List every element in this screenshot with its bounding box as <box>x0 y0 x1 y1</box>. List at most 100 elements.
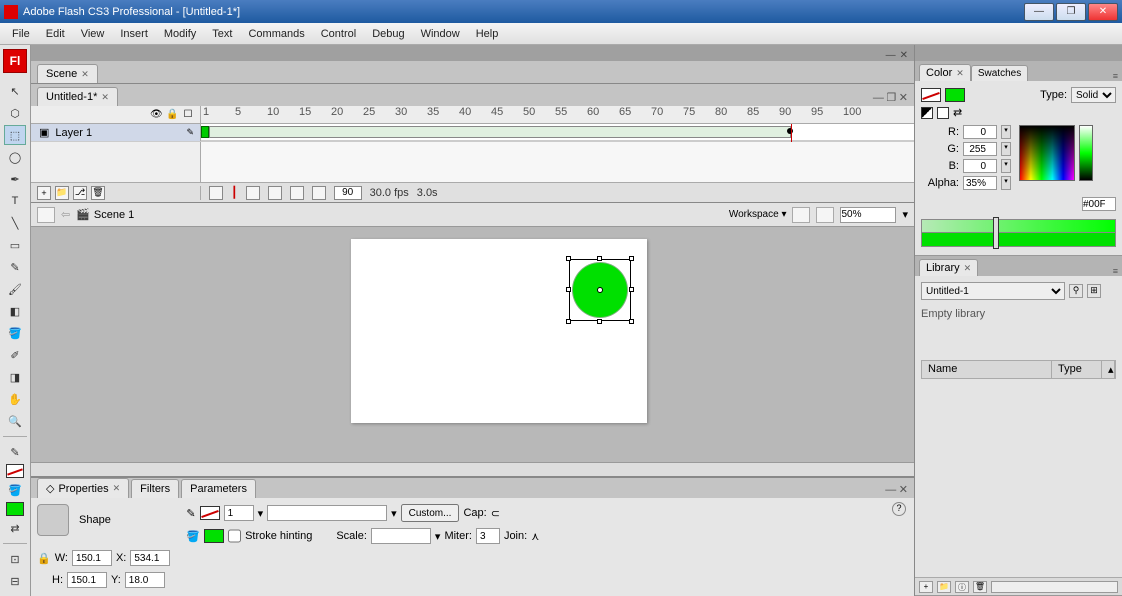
pin-library-icon[interactable]: ⚲ <box>1069 284 1083 298</box>
stage-area[interactable] <box>31 227 914 476</box>
document-tab[interactable]: Untitled-1*✕ <box>37 87 118 106</box>
eyedropper-tool-icon[interactable]: ✐ <box>4 345 26 365</box>
value-slider[interactable] <box>1079 125 1093 181</box>
subselection-tool-icon[interactable]: ⬡ <box>4 103 26 123</box>
transform-handle[interactable] <box>566 256 571 261</box>
panel-min-icon[interactable]: — <box>885 484 896 496</box>
pen-tool-icon[interactable]: ✒ <box>4 169 26 189</box>
transform-center[interactable] <box>597 287 603 293</box>
doc-close-icon[interactable]: ✕ <box>899 92 908 104</box>
new-folder-icon[interactable]: 📁 <box>55 186 69 200</box>
g-input[interactable] <box>963 142 997 156</box>
edit-multiple-icon[interactable] <box>290 186 304 200</box>
col-sort-icon[interactable]: ▴ <box>1102 361 1115 378</box>
fill-color-icon[interactable]: 🪣 <box>4 480 26 500</box>
transform-handle[interactable] <box>566 287 571 292</box>
transform-handle[interactable] <box>629 287 634 292</box>
frame-ruler[interactable]: 1510152025303540455055606570758085909510… <box>201 106 914 123</box>
eraser-tool-icon[interactable]: ◨ <box>4 367 26 387</box>
stroke-color-swatch[interactable] <box>200 506 220 520</box>
x-input[interactable] <box>130 550 170 566</box>
b-input[interactable] <box>963 159 997 173</box>
maximize-button[interactable]: ❐ <box>1056 3 1086 21</box>
close-icon[interactable]: ✕ <box>81 69 89 80</box>
r-input[interactable] <box>963 125 997 139</box>
option-icon[interactable]: ⊟ <box>4 571 26 591</box>
edit-scene-icon[interactable] <box>37 207 55 223</box>
text-tool-icon[interactable]: T <box>4 191 26 211</box>
stroke-swatch-icon[interactable] <box>921 88 941 102</box>
frame-track[interactable] <box>201 124 914 141</box>
visibility-icon[interactable]: 👁 <box>150 109 162 120</box>
transform-handle[interactable] <box>566 319 571 324</box>
tab-swatches[interactable]: Swatches <box>971 65 1028 81</box>
transform-handle[interactable] <box>597 256 602 261</box>
fill-swatch[interactable] <box>6 502 24 516</box>
scene-tab[interactable]: Scene✕ <box>37 64 98 83</box>
tab-library[interactable]: Library ✕ <box>919 259 978 276</box>
y-input[interactable] <box>125 572 165 588</box>
close-icon[interactable]: ✕ <box>101 92 109 103</box>
brush-tool-icon[interactable]: 🖌 <box>4 279 26 299</box>
center-frame-icon[interactable] <box>209 186 223 200</box>
selection-tool-icon[interactable]: ↖ <box>4 81 26 101</box>
panel-menu-icon[interactable]: ≡ <box>1113 266 1122 276</box>
new-library-icon[interactable]: ⊞ <box>1087 284 1101 298</box>
col-type[interactable]: Type <box>1052 361 1102 378</box>
menu-window[interactable]: Window <box>413 25 468 43</box>
panel-min-icon[interactable]: — <box>886 50 896 61</box>
menu-commands[interactable]: Commands <box>240 25 312 43</box>
minimize-button[interactable]: — <box>1024 3 1054 21</box>
new-symbol-icon[interactable]: + <box>919 581 933 593</box>
stroke-spin-icon[interactable]: ▾ <box>258 507 264 520</box>
new-layer-icon[interactable]: + <box>37 186 51 200</box>
onion-outline-icon[interactable] <box>268 186 282 200</box>
horizontal-scrollbar[interactable] <box>31 462 914 476</box>
outline-icon[interactable]: ☐ <box>182 109 194 120</box>
height-input[interactable] <box>67 572 107 588</box>
menu-debug[interactable]: Debug <box>364 25 412 43</box>
col-name[interactable]: Name <box>922 361 1052 378</box>
new-folder-icon[interactable]: 📁 <box>937 581 951 593</box>
current-frame-input[interactable] <box>334 186 362 200</box>
stroke-weight-input[interactable] <box>224 505 254 521</box>
scale-select[interactable] <box>371 528 431 544</box>
onion-skin-icon[interactable] <box>246 186 260 200</box>
menu-text[interactable]: Text <box>204 25 240 43</box>
miter-input[interactable] <box>476 528 500 544</box>
rectangle-tool-icon[interactable]: ▭ <box>4 235 26 255</box>
delete-layer-icon[interactable]: 🗑 <box>91 186 105 200</box>
fill-swatch-icon[interactable] <box>945 88 965 102</box>
delete-icon[interactable]: 🗑 <box>973 581 987 593</box>
menu-view[interactable]: View <box>73 25 113 43</box>
tab-properties[interactable]: ◇ Properties ✕ <box>37 478 129 498</box>
stroke-style-select[interactable] <box>267 505 387 521</box>
color-picker[interactable] <box>1019 125 1075 181</box>
fill-color-swatch[interactable] <box>204 529 224 543</box>
snap-option-icon[interactable]: ⊡ <box>4 549 26 569</box>
close-button[interactable]: ✕ <box>1088 3 1118 21</box>
zoom-input[interactable] <box>840 207 896 223</box>
transform-handle[interactable] <box>629 256 634 261</box>
add-motion-icon[interactable]: ⎇ <box>73 186 87 200</box>
onion-markers-icon[interactable] <box>312 186 326 200</box>
panel-close-icon[interactable]: ✕ <box>899 484 908 496</box>
menu-help[interactable]: Help <box>468 25 507 43</box>
stroke-color-icon[interactable]: ✎ <box>4 442 26 462</box>
bw-icon[interactable] <box>921 107 933 119</box>
edit-symbols-icon[interactable] <box>792 207 810 223</box>
zoom-dropdown-icon[interactable]: ▾ <box>902 208 908 221</box>
swap-colors-icon[interactable]: ⇄ <box>4 518 26 538</box>
join-icon[interactable]: ⋏ <box>531 530 539 543</box>
tab-parameters[interactable]: Parameters <box>181 479 256 498</box>
panel-menu-icon[interactable]: ≡ <box>1113 71 1122 81</box>
free-transform-tool-icon[interactable]: ⬚ <box>4 125 26 145</box>
zoom-tool-icon[interactable]: 🔍 <box>4 411 26 431</box>
pencil-tool-icon[interactable]: ✎ <box>4 257 26 277</box>
gradient-handle[interactable] <box>993 217 999 249</box>
swapcolor-icon[interactable]: ⇄ <box>953 106 962 119</box>
stroke-hinting-checkbox[interactable] <box>228 528 241 544</box>
selected-shape[interactable] <box>569 259 631 321</box>
gradient-bar[interactable] <box>921 219 1116 249</box>
lock-wh-icon[interactable]: 🔒 <box>37 552 51 565</box>
